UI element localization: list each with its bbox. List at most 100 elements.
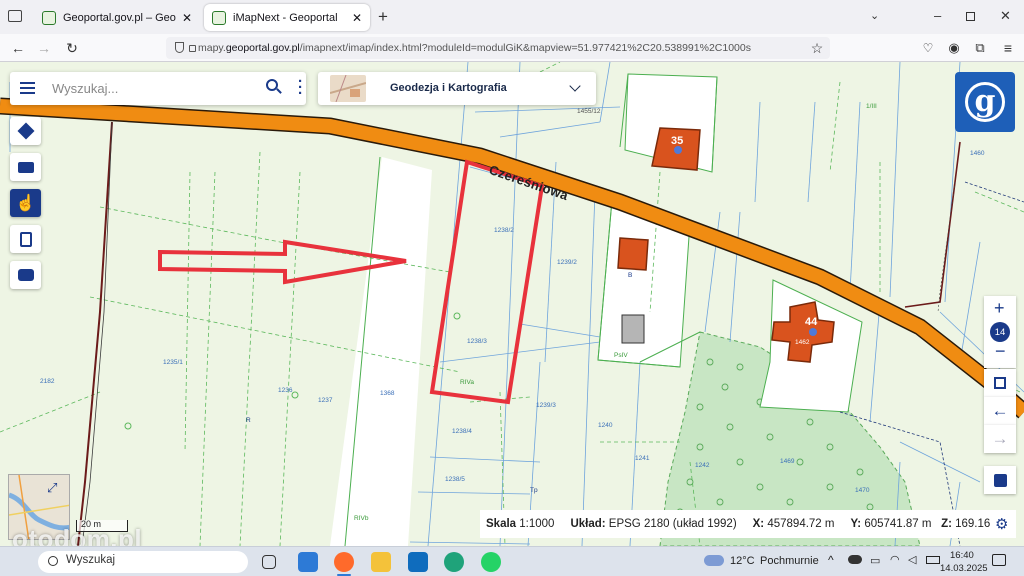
search-icon [48,556,58,566]
tab-list-icon[interactable] [8,10,22,22]
building-number: 35 [671,135,684,147]
edge-icon[interactable] [444,552,464,572]
outlook-icon[interactable] [408,552,428,572]
zoom-out-button[interactable]: − [995,341,1006,362]
search-icon-handle [276,88,282,94]
z-value: 169.16 [955,518,991,530]
hamburger-menu-icon[interactable] [20,82,35,94]
close-tab-icon[interactable]: ✕ [182,11,192,25]
next-view-button[interactable]: → [984,425,1016,453]
onedrive-icon[interactable] [848,555,862,564]
url-prefix: mapy. [198,42,226,54]
minimize-button[interactable]: – [934,8,941,23]
chevron-down-icon[interactable]: ⌄ [870,9,879,22]
clock-time[interactable]: 16:40 [950,550,974,561]
building-number: 44 [805,316,818,328]
survey-point [124,422,132,430]
layer-selector[interactable]: Geodezja i Kartografia [318,72,596,105]
status-bar: Skala 1:1000 Układ: EPSG 2180 (układ 199… [480,510,1016,538]
volume-icon[interactable]: ◁ [908,553,916,566]
printer-icon [17,161,34,173]
url-path: /imapnext/imap/index.html?moduleId=modul… [299,42,751,54]
layer-thumbnail [330,75,366,102]
survey-point [291,391,299,399]
restore-button[interactable] [966,12,975,21]
tab-imapnext[interactable]: iMapNext - Geoportal ✕ [204,4,370,31]
settings-gear-icon[interactable]: ⚙ [995,515,1008,533]
imapnext-favicon [212,10,226,25]
map-canvas[interactable]: Czereśniowa 35 44 1455/12 1238/2 1239/2 … [0,62,1024,546]
account-icon[interactable]: ◉ [946,40,962,56]
expand-icon[interactable]: ⤢ [47,480,57,496]
taskbar-search[interactable]: Wyszukaj [38,551,248,573]
extensions-icon[interactable]: ⧉ [972,40,988,56]
pocket-icon[interactable]: ♡ [920,40,936,56]
parcel-label: 1242 [695,462,710,469]
parcel-label: 1238/5 [445,476,465,483]
boundary-line [964,181,1024,203]
battery-icon[interactable] [926,556,940,564]
bookmark-star-icon[interactable]: ☆ [809,40,825,56]
clipboard-icon [19,231,32,247]
more-options-icon[interactable]: · · · [298,74,303,101]
white-plot [330,157,432,546]
highlighted-parcel [429,159,545,405]
property-boundary [904,141,961,308]
parcel-label: 1462 [795,339,810,346]
wifi-icon[interactable]: ◠ [890,553,900,566]
reload-icon[interactable]: ↻ [64,40,80,56]
forward-icon[interactable]: → [36,40,52,56]
shed [621,314,645,344]
camera-button[interactable] [10,261,41,289]
chevron-down-icon[interactable] [569,80,581,92]
parcel-label: 1241 [635,455,650,462]
identify-button[interactable]: ☝ [10,189,41,217]
close-tab-icon[interactable]: ✕ [352,11,362,25]
network-icon[interactable]: ▭ [870,554,880,567]
geoportal-logo[interactable]: g [955,72,1015,132]
file-explorer-icon[interactable] [371,552,391,572]
parcel-label: 1239/2 [557,259,577,266]
firefox-icon[interactable] [334,552,354,572]
parcel-label: 1368 [380,390,395,397]
layer-thumbnail-drawing [330,75,366,102]
zoom-in-button[interactable]: + [994,298,1005,319]
parcel-label: 1/III [866,103,877,110]
microsoft-store-icon[interactable] [298,552,318,572]
print-button[interactable] [10,153,41,181]
previous-view-button[interactable]: ← [984,397,1016,425]
parcel-label: RIVa [460,379,474,386]
task-view-icon[interactable] [262,555,276,569]
zoom-control: + 14 − [984,296,1016,368]
clock-date[interactable]: 14.03.2025 [940,563,988,574]
parcel-label: 2182 [40,378,55,385]
url-bar[interactable]: mapy. geoportal.gov.pl/imapnext/imap/inde… [166,37,830,59]
property-boundary [77,121,113,546]
parcel-label: RIVb [354,515,369,522]
shield-icon [175,42,184,53]
parcel-label: R [246,417,251,424]
whatsapp-icon[interactable] [481,552,501,572]
search-input[interactable] [52,80,262,97]
scale-label: Skala [486,518,517,530]
scale-value: 1:1000 [519,518,555,530]
browser-nav-bar: ← → ↻ mapy. geoportal.gov.pl/imapnext/ima… [0,34,1024,62]
menu-icon[interactable]: ≡ [1000,40,1016,56]
fullscreen-button[interactable] [984,369,1016,397]
new-tab-button[interactable]: + [378,7,388,27]
tab-geoportal[interactable]: Geoportal.gov.pl – Geoportal Inf ✕ [34,4,200,31]
tray-chevron-icon[interactable]: ^ [828,553,834,567]
close-window-button[interactable]: ✕ [1000,8,1011,24]
parcel-label: 1236 [278,387,293,394]
parcel-label: 1470 [855,487,870,494]
watermark: otodom.pl [12,524,143,546]
notification-icon[interactable] [992,554,1006,566]
layers-button[interactable] [10,117,41,145]
building-small [617,237,649,271]
measure-button[interactable] [984,466,1016,494]
crs-value: EPSG 2180 (układ 1992) [608,518,737,530]
clipboard-button[interactable] [10,225,41,253]
parcel-label: PsIV [614,352,628,359]
back-icon[interactable]: ← [10,40,26,56]
building-marker [809,328,817,336]
